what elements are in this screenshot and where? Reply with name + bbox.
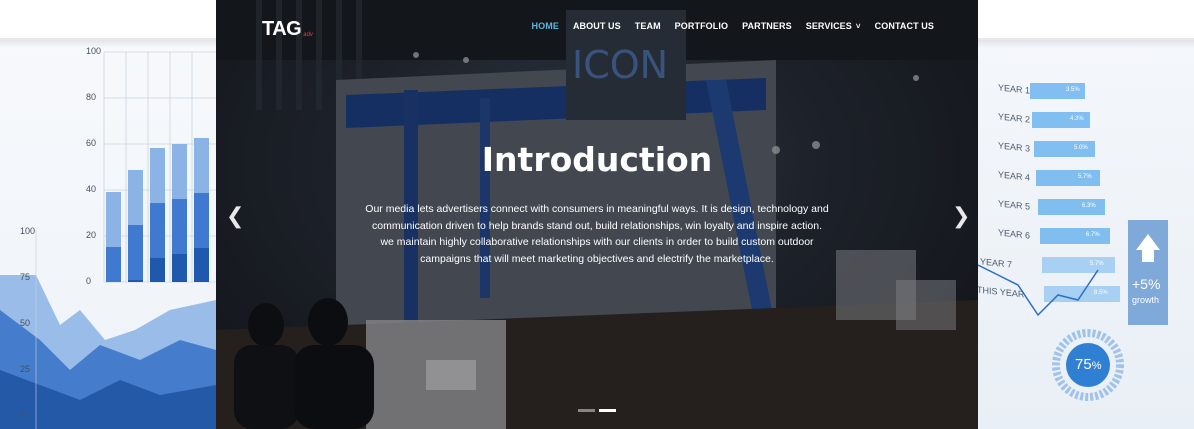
nav-item-label: ABOUT US xyxy=(572,21,621,31)
logo-subtext: adv xyxy=(303,31,313,38)
bar-value: 6.7% xyxy=(1086,232,1100,238)
analytics-decor-right: YEAR 1 YEAR 2 YEAR 3 YEAR 4 YEAR 5 YEAR 6 YEAR… xyxy=(978,40,1194,429)
bar-value: 4.3% xyxy=(1070,116,1084,122)
bar-value: 8.5% xyxy=(1094,290,1108,296)
hero-title: Introduction xyxy=(481,140,713,179)
decor-bar xyxy=(194,248,209,282)
decor-bar xyxy=(106,247,121,282)
nav-item-label: SERVICES xyxy=(805,21,852,31)
nav-item-services[interactable]: SERVICES ˅ xyxy=(806,21,861,31)
hero-description: Our media lets advertisers connect with … xyxy=(365,203,829,265)
nav-item-partners[interactable]: PARTNERS xyxy=(742,21,792,31)
year-bar xyxy=(1042,257,1115,273)
axis-label: 50 xyxy=(20,318,31,328)
nav-item-contact-us[interactable]: CONTACT US xyxy=(875,21,934,31)
nav-item-portfolio[interactable]: PORTFOLIO xyxy=(675,21,728,31)
growth-value: +5% xyxy=(1132,276,1161,292)
top-navigation: TAG adv HOME ABOUT US TEAM PORTFOLIO PARTNER… xyxy=(216,0,978,58)
bar-value: 5.7% xyxy=(1078,174,1092,180)
axis-label: 0 xyxy=(86,276,92,286)
donut-unit: % xyxy=(1091,360,1102,372)
bar-value: 6.3% xyxy=(1082,203,1096,209)
axis-label: 0 xyxy=(20,410,26,420)
nav-item-label: CONTACT US xyxy=(874,21,934,31)
nav-item-label: HOME xyxy=(531,21,559,31)
axis-label: 80 xyxy=(86,92,97,102)
page: 100 80 60 40 20 0 100 75 50 25 0 YEAR 1 YEAR 2 YEAR… xyxy=(0,0,1194,429)
logo-text: TAG xyxy=(262,18,302,40)
decor-bar xyxy=(150,258,165,282)
slider-dot[interactable] xyxy=(599,409,616,412)
slider-dot[interactable] xyxy=(578,409,595,412)
axis-label: 60 xyxy=(86,138,97,148)
axis-label: 20 xyxy=(86,230,97,240)
donut-number: 75 xyxy=(1075,356,1092,373)
axis-label: 100 xyxy=(20,226,36,236)
bar-value: 3.5% xyxy=(1066,87,1080,93)
nav-item-home[interactable]: HOME xyxy=(532,21,559,31)
hero-slider: ICON TAG adv HOME ABOUT US TEAM PORTFOLI… xyxy=(216,0,978,429)
site-logo[interactable]: TAG adv xyxy=(262,18,313,41)
nav-item-label: PORTFOLIO xyxy=(674,21,729,31)
nav-item-label: PARTNERS xyxy=(742,21,792,31)
chevron-left-icon[interactable]: ❮ xyxy=(226,203,244,229)
axis-label: 40 xyxy=(86,184,97,194)
nav-item-label: TEAM xyxy=(634,21,661,31)
analytics-decor-left: 100 80 60 40 20 0 100 75 50 25 0 xyxy=(0,40,216,429)
decor-bar xyxy=(128,225,143,282)
growth-label: growth xyxy=(1132,295,1160,305)
decor-bar xyxy=(172,254,187,282)
axis-label: 75 xyxy=(20,272,31,282)
bar-value: 5.7% xyxy=(1090,261,1104,267)
axis-label: 25 xyxy=(20,364,31,374)
bar-value: 5.0% xyxy=(1074,145,1088,151)
nav-item-team[interactable]: TEAM xyxy=(635,21,661,31)
right-shadow xyxy=(978,38,1194,48)
donut-value: 75% xyxy=(1075,356,1101,373)
left-shadow xyxy=(0,38,216,48)
slider-pagination xyxy=(578,409,616,412)
chevron-down-icon: ˅ xyxy=(855,21,861,31)
main-menu: HOME ABOUT US TEAM PORTFOLIO PARTNERS SERVICE… xyxy=(532,21,934,31)
chevron-right-icon[interactable]: ❯ xyxy=(952,203,970,229)
nav-item-about-us[interactable]: ABOUT US xyxy=(573,21,621,31)
decor-bar xyxy=(128,280,143,282)
